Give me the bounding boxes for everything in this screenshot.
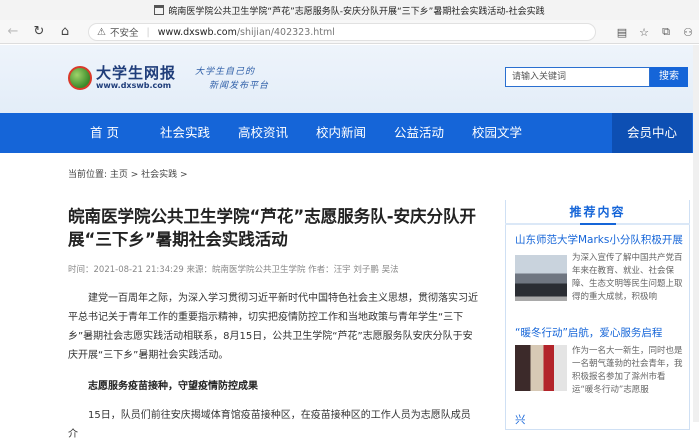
article-title: 皖南医学院公共卫生学院“芦花”志愿服务队-安庆分队开展“三下乡”暑期社会实践活动 bbox=[68, 207, 477, 249]
site-logo[interactable]: 大学生网报 www.dxswb.com bbox=[68, 65, 176, 91]
warning-icon[interactable]: ⚠ bbox=[97, 27, 106, 38]
recommend-item-desc: 作为一名大一新生，同时也是一名朝气蓬勃的社会青年，我积极报名参加了滁州市看运“暖… bbox=[572, 346, 683, 395]
slogan-line-1: 大学生自己的 bbox=[195, 67, 256, 77]
security-label[interactable]: 不安全 bbox=[110, 25, 139, 39]
site-header: 大学生网报 www.dxswb.com 大学生自己的 新闻发布平台 请输入关键词… bbox=[0, 45, 699, 113]
article: 皖南医学院公共卫生学院“芦花”志愿服务队-安庆分队开展“三下乡”暑期社会实践活动… bbox=[68, 205, 480, 444]
logo-globe-icon bbox=[68, 66, 92, 90]
tab-title: 皖南医学院公共卫生学院“芦花”志愿服务队-安庆分队开展“三下乡”暑期社会实践活动… bbox=[168, 6, 545, 17]
nav-item-social-practice[interactable]: 社会实践 bbox=[160, 113, 210, 153]
site-icon bbox=[154, 5, 165, 15]
favorite-icon[interactable]: ☆ bbox=[633, 26, 655, 39]
member-center-button[interactable]: 会员中心 bbox=[612, 113, 692, 153]
search-input[interactable]: 请输入关键词 bbox=[505, 67, 650, 87]
toolbar-icons: ▤ ☆ ⧉ ⚇ bbox=[611, 20, 699, 44]
collections-icon[interactable]: ⧉ bbox=[655, 25, 677, 39]
url-path: /shijian/402323.html bbox=[236, 26, 335, 38]
recommend-item-thumbnail[interactable] bbox=[515, 255, 567, 301]
home-icon[interactable]: ⌂ bbox=[52, 20, 78, 44]
address-bar[interactable]: ⚠ 不安全 | www.dxswb.com /shijian/402323.ht… bbox=[88, 23, 596, 41]
recommend-item-title[interactable]: 山东师范大学Marks小分队积极开展 bbox=[515, 232, 685, 247]
article-subheading: 志愿服务疫苗接种，守望疫情防控成果 bbox=[88, 381, 258, 392]
recommend-item-desc: 为深入宣传了解中国共产党百年来在教育、就业、社会保障、生态文明等民生问题上取得的… bbox=[572, 253, 683, 302]
nav-item-home[interactable]: 首 页 bbox=[90, 113, 119, 153]
browser-toolbar: ← ↻ ⌂ ⚠ 不安全 | www.dxswb.com /shijian/402… bbox=[0, 20, 699, 44]
site-slogan: 大学生自己的 新闻发布平台 bbox=[195, 65, 269, 93]
slogan-line-2: 新闻发布平台 bbox=[209, 81, 270, 91]
main-nav: 首 页 社会实践 高校资讯 校内新闻 公益活动 校园文学 会员中心 bbox=[0, 113, 699, 153]
recommend-item-thumbnail[interactable] bbox=[515, 345, 567, 391]
breadcrumb[interactable]: 当前位置: 主页 > 社会实践 > bbox=[68, 167, 188, 180]
recommend-item-title[interactable]: 兴 bbox=[515, 412, 685, 427]
url-host: www.dxswb.com bbox=[157, 26, 237, 38]
nav-item-literature[interactable]: 校园文学 bbox=[472, 113, 522, 153]
page-scrollbar[interactable] bbox=[693, 45, 699, 422]
recommend-item-title[interactable]: “暖冬行动”启航，爱心服务启程 bbox=[515, 325, 685, 340]
search-button[interactable]: 搜索 bbox=[650, 67, 688, 87]
back-icon[interactable]: ← bbox=[0, 20, 26, 44]
nav-item-campus-info[interactable]: 高校资讯 bbox=[238, 113, 288, 153]
article-paragraph-1: 建党一百周年之际，为深入学习贯彻习近平新时代中国特色社会主义思想，贯彻落实习近平… bbox=[68, 293, 478, 361]
reload-icon[interactable]: ↻ bbox=[26, 20, 52, 44]
extensions-icon[interactable]: ⚇ bbox=[677, 26, 699, 39]
nav-item-charity[interactable]: 公益活动 bbox=[394, 113, 444, 153]
reader-icon[interactable]: ▤ bbox=[611, 26, 633, 39]
recommend-heading: 推荐内容 bbox=[569, 205, 626, 219]
logo-url: www.dxswb.com bbox=[96, 81, 172, 90]
article-paragraph-2: 15日，队员们前往安庆揭域体育馆疫苗接种区，在疫苗接种区的工作人员为志愿队成员介 bbox=[68, 410, 471, 440]
browser-title-bar: 皖南医学院公共卫生学院“芦花”志愿服务队-安庆分队开展“三下乡”暑期社会实践活动… bbox=[0, 0, 699, 20]
logo-name: 大学生网报 bbox=[96, 64, 177, 82]
url-separator: | bbox=[146, 26, 150, 38]
article-meta: 时间：2021-08-21 21:34:29 来源：皖南医学院公共卫生学院 作者… bbox=[68, 265, 399, 275]
recommend-heading-divider bbox=[505, 223, 690, 225]
nav-item-school-news[interactable]: 校内新闻 bbox=[316, 113, 366, 153]
